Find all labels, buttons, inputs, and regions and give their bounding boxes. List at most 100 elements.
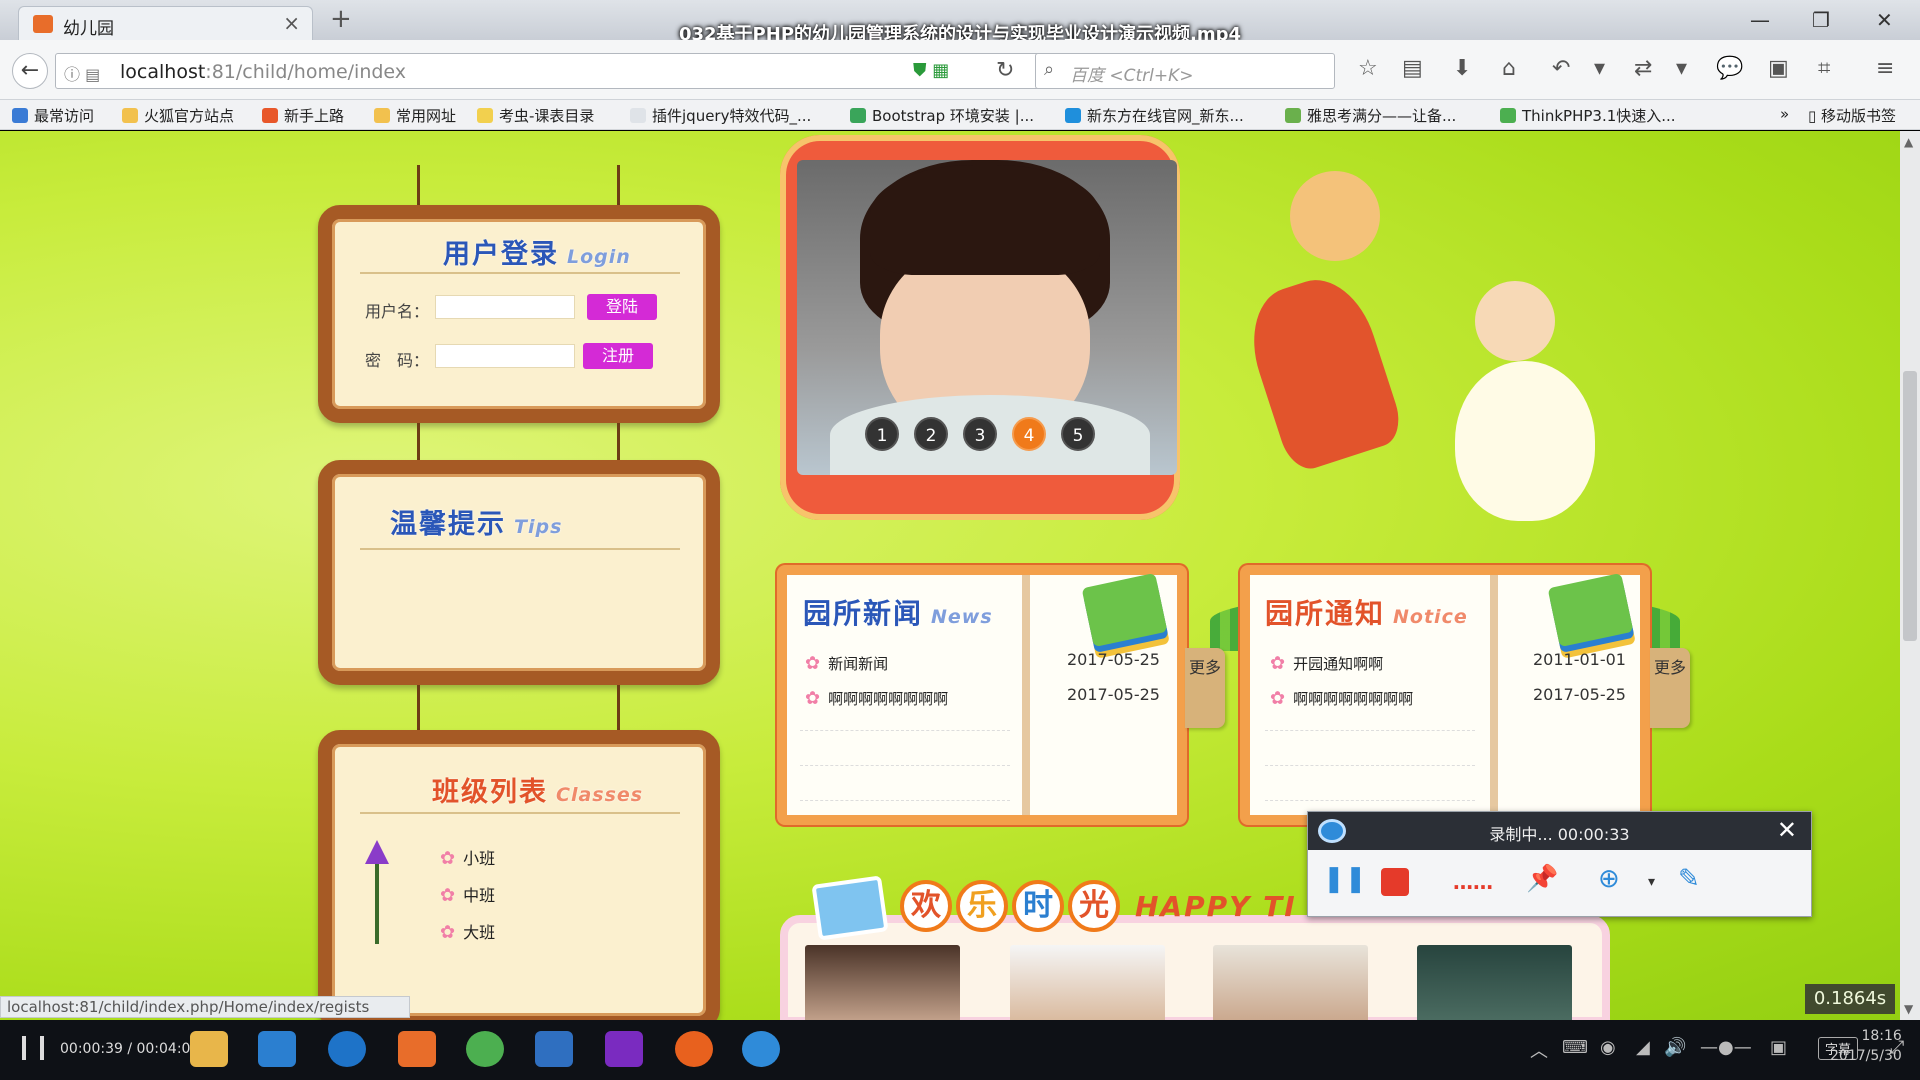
bookmark-item[interactable]: 雅思考满分——让备... — [1285, 105, 1456, 126]
recorder-close-icon[interactable]: ✕ — [1777, 816, 1797, 844]
mobile-bookmarks[interactable]: ▯ 移动版书签 — [1808, 105, 1896, 126]
url-text[interactable]: localhost:81/child/home/index — [120, 61, 406, 83]
mobile-icon: ▯ — [1808, 107, 1822, 125]
reader-icon[interactable]: ▣ — [1768, 56, 1789, 81]
bookmark-item[interactable]: 火狐官方站点 — [122, 105, 234, 126]
bookmark-item[interactable]: 新东方在线官网_新东... — [1065, 105, 1244, 126]
bookmark-item[interactable]: 常用网址 — [374, 105, 456, 126]
flower-icon: ✿ — [1270, 653, 1286, 674]
download-icon[interactable]: ⬇ — [1453, 56, 1471, 81]
shield-icon[interactable]: ⛊ ▦ — [913, 60, 949, 81]
news-item-title: 啊啊啊啊啊啊啊啊 — [828, 690, 949, 708]
tips-board — [318, 460, 720, 685]
menu-icon[interactable]: ≡ — [1876, 56, 1894, 81]
network-icon[interactable]: ◢ — [1636, 1037, 1650, 1058]
bookmarks-more-button[interactable]: » — [1780, 105, 1789, 123]
site-info-icon[interactable]: ⓘ ▤ — [64, 61, 100, 85]
bookmark-item[interactable]: Bootstrap 环境安装 |... — [850, 105, 1034, 126]
carousel-dot[interactable]: 2 — [914, 417, 948, 451]
search-input[interactable]: ⌕ 百度 <Ctrl+K> — [1035, 53, 1335, 89]
news-more-button[interactable]: 更多 — [1185, 648, 1225, 728]
undo-icon[interactable]: ↶ — [1552, 56, 1570, 81]
scroll-down-icon[interactable]: ▼ — [1904, 1002, 1913, 1016]
app-icon[interactable] — [398, 1031, 436, 1067]
dropdown-icon[interactable]: ▾ — [1676, 56, 1687, 81]
player-stop-icon[interactable] — [22, 1036, 44, 1060]
bookmark-item[interactable]: 新手上路 — [262, 105, 344, 126]
bookmark-item[interactable]: 考虫-课表目录 — [477, 105, 594, 126]
file-explorer-icon[interactable] — [190, 1031, 228, 1067]
clipboard-icon[interactable]: ▤ — [1402, 56, 1423, 81]
url-host: localhost — [120, 61, 206, 83]
carousel-dot[interactable]: 1 — [865, 417, 899, 451]
volume-slider[interactable]: —●— — [1700, 1037, 1752, 1058]
recorder-separator: …… — [1453, 870, 1493, 894]
stop-icon[interactable] — [1381, 868, 1409, 896]
carousel-dot[interactable]: 5 — [1061, 417, 1095, 451]
carousel-dot-active[interactable]: 4 — [1012, 417, 1046, 451]
login-button[interactable]: 登陆 — [587, 294, 657, 320]
happy-thumbnail[interactable] — [1417, 945, 1572, 1025]
notice-more-button[interactable]: 更多 — [1650, 648, 1690, 728]
picture-icon — [811, 875, 889, 941]
boy-body-illustration — [1237, 266, 1407, 476]
url-bar[interactable]: ⓘ ▤ localhost:81/child/home/index ⛊ ▦ ↻ — [55, 53, 1040, 89]
firefox-icon[interactable] — [675, 1031, 713, 1067]
word-icon[interactable] — [535, 1031, 573, 1067]
pin-icon[interactable]: 📌 — [1526, 864, 1558, 894]
pen-icon[interactable]: ✎ — [1678, 864, 1700, 894]
happy-thumbnail[interactable] — [805, 945, 960, 1025]
keyboard-icon[interactable]: ⌨ — [1562, 1037, 1588, 1058]
notification-icon[interactable]: ▣ — [1770, 1037, 1787, 1058]
username-field[interactable] — [435, 295, 575, 319]
leaf-app-icon[interactable] — [466, 1031, 504, 1067]
happy-char: 乐 — [956, 880, 1008, 932]
recorder-header: 录制中... 00:00:33 ✕ — [1308, 812, 1811, 850]
recorder-app-icon[interactable] — [742, 1031, 780, 1067]
fullscreen-icon[interactable]: ⤢ — [1890, 1037, 1904, 1058]
bookmarks-bar: 最常访问 火狐官方站点 新手上路 常用网址 考虫-课表目录 插件jquery特效代码_..… — [0, 100, 1920, 130]
news-item[interactable]: ✿ 啊啊啊啊啊啊啊啊 — [805, 688, 948, 709]
crop-icon[interactable]: ⌗ — [1818, 56, 1830, 81]
pause-icon[interactable]: ❚❚ — [1323, 864, 1367, 894]
volume-icon[interactable]: 🔊 — [1664, 1037, 1686, 1058]
page-scrollbar[interactable]: ▲ ▼ — [1900, 131, 1920, 1020]
bookmark-item[interactable]: 插件jquery特效代码_... — [630, 105, 811, 126]
news-item[interactable]: ✿ 新闻新闻 — [805, 653, 888, 674]
back-button[interactable]: ← — [12, 53, 48, 89]
class-item-large[interactable]: ✿ 大班 — [440, 919, 495, 943]
chat-icon[interactable]: 💬 — [1716, 56, 1743, 81]
class-item-middle[interactable]: ✿ 中班 — [440, 882, 495, 906]
classes-title-en: Classes — [556, 784, 644, 806]
notice-item[interactable]: ✿ 啊啊啊啊啊啊啊啊 — [1270, 688, 1413, 709]
tray-arrow-icon[interactable]: ︿ — [1530, 1037, 1548, 1063]
happy-thumbnail[interactable] — [1213, 945, 1368, 1025]
girl-dress-illustration — [1455, 361, 1595, 521]
register-button[interactable]: 注册 — [583, 343, 653, 369]
class-label: 大班 — [463, 923, 496, 942]
bookmark-icon — [12, 108, 28, 123]
class-item-small[interactable]: ✿ 小班 — [440, 845, 495, 869]
happy-char: 欢 — [900, 880, 952, 932]
screen-recorder-widget: 录制中... 00:00:33 ✕ ❚❚ …… 📌 ⊕ ▾ ✎ — [1307, 811, 1812, 917]
carousel-dot[interactable]: 3 — [963, 417, 997, 451]
bookmark-label: Bootstrap 环境安装 |... — [872, 107, 1034, 125]
scroll-up-icon[interactable]: ▲ — [1904, 135, 1913, 149]
happy-thumbnail[interactable] — [1010, 945, 1165, 1025]
bookmark-star-icon[interactable]: ☆ — [1358, 56, 1378, 81]
dropdown-icon[interactable]: ▾ — [1648, 874, 1655, 890]
password-field[interactable] — [435, 344, 575, 368]
bookmark-item[interactable]: 最常访问 — [12, 105, 94, 126]
ie-icon[interactable] — [328, 1031, 366, 1067]
notice-item[interactable]: ✿ 开园通知啊啊 — [1270, 653, 1383, 674]
phpstorm-icon[interactable] — [605, 1031, 643, 1067]
dropdown-icon[interactable]: ▾ — [1594, 56, 1605, 81]
scroll-thumb[interactable] — [1903, 371, 1917, 641]
reload-icon[interactable]: ↻ — [996, 58, 1014, 83]
sync-icon[interactable]: ⇄ — [1634, 56, 1652, 81]
bookmark-item[interactable]: ThinkPHP3.1快速入... — [1500, 105, 1676, 126]
mail-icon[interactable] — [258, 1031, 296, 1067]
home-icon[interactable]: ⌂ — [1502, 56, 1516, 81]
webcam-icon[interactable]: ⊕ — [1598, 864, 1620, 894]
tray-app-icon[interactable]: ◉ — [1600, 1037, 1616, 1058]
